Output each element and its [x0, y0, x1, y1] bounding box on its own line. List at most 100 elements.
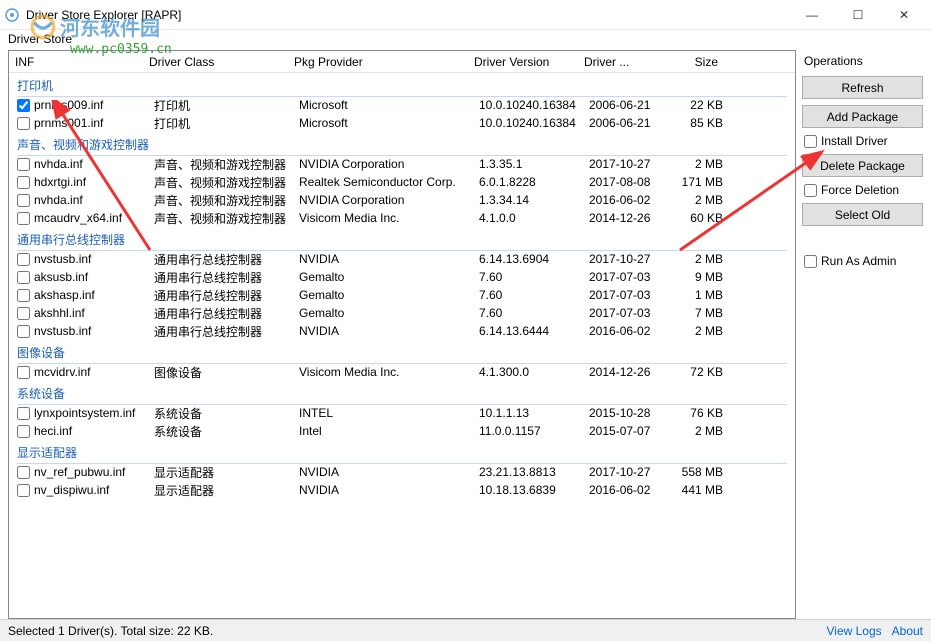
menu-driver-store[interactable]: Driver Store	[8, 32, 72, 46]
row-checkbox[interactable]	[17, 484, 30, 497]
col-header-size[interactable]: Size	[669, 55, 724, 69]
col-header-version[interactable]: Driver Version	[474, 55, 584, 69]
cell-size: 7 MB	[674, 306, 729, 320]
cell-date: 2016-06-02	[589, 483, 674, 497]
col-header-inf[interactable]: INF	[9, 55, 149, 69]
table-row[interactable]: prnms009.inf打印机Microsoft10.0.10240.16384…	[9, 96, 795, 114]
table-row[interactable]: aksusb.inf通用串行总线控制器Gemalto7.602017-07-03…	[9, 268, 795, 286]
cell-version: 6.14.13.6904	[479, 252, 589, 266]
cell-size: 60 KB	[674, 211, 729, 225]
cell-class: 打印机	[154, 115, 299, 132]
row-checkbox[interactable]	[17, 212, 30, 225]
refresh-button[interactable]: Refresh	[802, 76, 923, 99]
group-header[interactable]: 打印机	[9, 73, 795, 96]
table-row[interactable]: hdxrtgi.inf声音、视频和游戏控制器Realtek Semiconduc…	[9, 173, 795, 191]
run-as-admin-checkbox[interactable]: Run As Admin	[802, 254, 923, 268]
group-header[interactable]: 声音、视频和游戏控制器	[9, 132, 795, 155]
group-header[interactable]: 图像设备	[9, 340, 795, 363]
select-old-button[interactable]: Select Old	[802, 203, 923, 226]
row-checkbox[interactable]	[17, 117, 30, 130]
cell-inf: akshhl.inf	[34, 306, 154, 320]
add-package-button[interactable]: Add Package	[802, 105, 923, 128]
close-button[interactable]: ✕	[881, 1, 927, 29]
cell-date: 2006-06-21	[589, 98, 674, 112]
cell-class: 通用串行总线控制器	[154, 251, 299, 268]
row-checkbox[interactable]	[17, 194, 30, 207]
install-driver-check[interactable]	[804, 135, 817, 148]
table-row[interactable]: nvhda.inf声音、视频和游戏控制器NVIDIA Corporation1.…	[9, 155, 795, 173]
app-icon	[4, 7, 20, 23]
delete-package-button[interactable]: Delete Package	[802, 154, 923, 177]
row-checkbox[interactable]	[17, 425, 30, 438]
row-checkbox[interactable]	[17, 307, 30, 320]
row-checkbox[interactable]	[17, 158, 30, 171]
minimize-button[interactable]: —	[789, 1, 835, 29]
operations-title: Operations	[802, 54, 923, 68]
cell-size: 1 MB	[674, 288, 729, 302]
cell-provider: Microsoft	[299, 116, 479, 130]
force-deletion-check[interactable]	[804, 184, 817, 197]
install-driver-label: Install Driver	[821, 134, 888, 148]
table-row[interactable]: mcaudrv_x64.inf声音、视频和游戏控制器Visicom Media …	[9, 209, 795, 227]
row-checkbox[interactable]	[17, 289, 30, 302]
cell-class: 系统设备	[154, 423, 299, 440]
cell-size: 171 MB	[674, 175, 729, 189]
table-row[interactable]: nvhda.inf声音、视频和游戏控制器NVIDIA Corporation1.…	[9, 191, 795, 209]
row-checkbox[interactable]	[17, 325, 30, 338]
force-deletion-checkbox[interactable]: Force Deletion	[802, 183, 923, 197]
cell-inf: mcvidrv.inf	[34, 365, 154, 379]
cell-date: 2017-07-03	[589, 306, 674, 320]
table-row[interactable]: nvstusb.inf通用串行总线控制器NVIDIA6.14.13.644420…	[9, 322, 795, 340]
list-body[interactable]: 打印机prnms009.inf打印机Microsoft10.0.10240.16…	[9, 73, 795, 618]
cell-size: 441 MB	[674, 483, 729, 497]
cell-class: 打印机	[154, 97, 299, 114]
cell-class: 声音、视频和游戏控制器	[154, 174, 299, 191]
row-checkbox[interactable]	[17, 271, 30, 284]
status-text: Selected 1 Driver(s). Total size: 22 KB.	[8, 624, 816, 638]
cell-provider: INTEL	[299, 406, 479, 420]
cell-version: 1.3.34.14	[479, 193, 589, 207]
cell-inf: mcaudrv_x64.inf	[34, 211, 154, 225]
row-checkbox[interactable]	[17, 366, 30, 379]
cell-date: 2015-10-28	[589, 406, 674, 420]
table-row[interactable]: akshasp.inf通用串行总线控制器Gemalto7.602017-07-0…	[9, 286, 795, 304]
cell-provider: NVIDIA	[299, 465, 479, 479]
group-header[interactable]: 显示适配器	[9, 440, 795, 463]
group-header[interactable]: 系统设备	[9, 381, 795, 404]
maximize-button[interactable]: ☐	[835, 1, 881, 29]
about-link[interactable]: About	[892, 624, 923, 638]
cell-inf: heci.inf	[34, 424, 154, 438]
titlebar: Driver Store Explorer [RAPR] — ☐ ✕	[0, 0, 931, 30]
run-as-admin-check[interactable]	[804, 255, 817, 268]
cell-inf: prnms009.inf	[34, 98, 154, 112]
row-checkbox[interactable]	[17, 176, 30, 189]
table-row[interactable]: prnms001.inf打印机Microsoft10.0.10240.16384…	[9, 114, 795, 132]
table-row[interactable]: heci.inf系统设备Intel11.0.0.11572015-07-072 …	[9, 422, 795, 440]
cell-version: 10.1.1.13	[479, 406, 589, 420]
cell-date: 2016-06-02	[589, 324, 674, 338]
table-row[interactable]: nv_ref_pubwu.inf显示适配器NVIDIA23.21.13.8813…	[9, 463, 795, 481]
row-checkbox[interactable]	[17, 407, 30, 420]
row-checkbox[interactable]	[17, 253, 30, 266]
table-row[interactable]: nvstusb.inf通用串行总线控制器NVIDIA6.14.13.690420…	[9, 250, 795, 268]
cell-version: 6.0.1.8228	[479, 175, 589, 189]
install-driver-checkbox[interactable]: Install Driver	[802, 134, 923, 148]
cell-date: 2006-06-21	[589, 116, 674, 130]
cell-version: 23.21.13.8813	[479, 465, 589, 479]
row-checkbox[interactable]	[17, 99, 30, 112]
cell-inf: nv_ref_pubwu.inf	[34, 465, 154, 479]
cell-class: 系统设备	[154, 405, 299, 422]
col-header-date[interactable]: Driver ...	[584, 55, 669, 69]
table-row[interactable]: akshhl.inf通用串行总线控制器Gemalto7.602017-07-03…	[9, 304, 795, 322]
table-row[interactable]: mcvidrv.inf图像设备Visicom Media Inc.4.1.300…	[9, 363, 795, 381]
col-header-provider[interactable]: Pkg Provider	[294, 55, 474, 69]
view-logs-link[interactable]: View Logs	[826, 624, 881, 638]
group-header[interactable]: 通用串行总线控制器	[9, 227, 795, 250]
row-checkbox[interactable]	[17, 466, 30, 479]
cell-version: 10.18.13.6839	[479, 483, 589, 497]
col-header-class[interactable]: Driver Class	[149, 55, 294, 69]
table-row[interactable]: nv_dispiwu.inf显示适配器NVIDIA10.18.13.683920…	[9, 481, 795, 499]
cell-date: 2014-12-26	[589, 211, 674, 225]
table-row[interactable]: lynxpointsystem.inf系统设备INTEL10.1.1.13201…	[9, 404, 795, 422]
cell-version: 4.1.0.0	[479, 211, 589, 225]
